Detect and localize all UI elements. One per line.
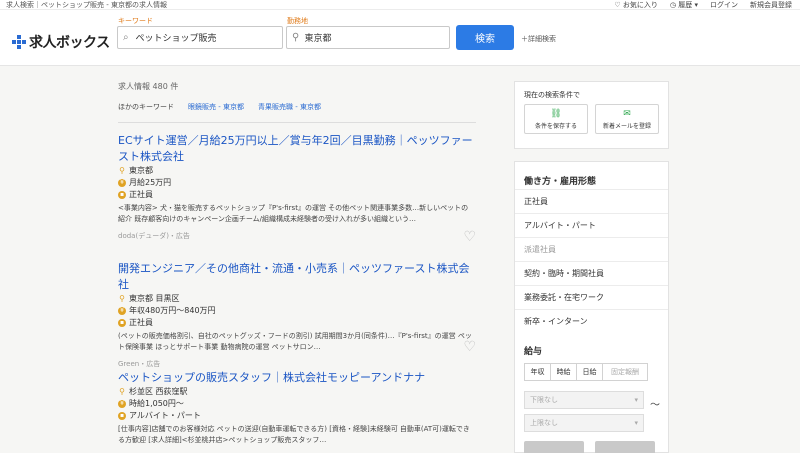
job-title[interactable]: ペットショップの販売スタッフ｜株式会社モッピーアンドナナ xyxy=(118,370,478,386)
register-link[interactable]: 新規会員登録 xyxy=(750,0,792,10)
location-pin-icon: ⚲ xyxy=(119,294,125,303)
location-pin-icon: ⚲ xyxy=(119,387,125,396)
other-keywords: ほかのキーワード 眼鏡販売 - 東京都 青果販売職 - 東京都 xyxy=(118,102,321,112)
job-salary: ¥ 月給25万円 xyxy=(118,177,478,189)
job-source: doda(デューダ)・広告 xyxy=(118,232,190,240)
job-card: ペットショップの販売スタッフ｜株式会社モッピーアンドナナ ⚲ 杉並区 西荻窪駅 ¥… xyxy=(118,370,478,446)
favorite-heart-icon[interactable]: ♡ xyxy=(463,339,476,355)
job-location-text: 杉並区 西荻窪駅 xyxy=(129,387,188,396)
new-mail-label: 新着メールを登録 xyxy=(602,123,651,130)
salary-tab[interactable]: 年収 xyxy=(524,363,551,381)
job-salary: ¥ 時給1,050円〜 xyxy=(118,398,478,410)
salary-tab[interactable]: 日給 xyxy=(576,363,603,381)
job-employment-text: 正社員 xyxy=(129,190,153,199)
yen-icon: ¥ xyxy=(118,307,126,315)
job-employment-text: 正社員 xyxy=(129,318,153,327)
keyword-link[interactable]: 青果販売職 - 東京都 xyxy=(258,102,321,112)
favorites-link[interactable]: ♡ お気に入り xyxy=(614,0,658,10)
location-input[interactable] xyxy=(304,32,449,43)
link-icon: ⛓ xyxy=(550,109,562,119)
salary-upper-select[interactable]: 上限なし ▾ xyxy=(524,414,644,432)
job-location: ⚲ 東京都 xyxy=(118,165,478,177)
location-field[interactable]: ⚲ xyxy=(286,26,450,49)
work-item[interactable]: アルバイト・パート xyxy=(515,213,668,238)
result-count: 求人情報 480 件 xyxy=(118,82,179,91)
work-item[interactable]: 契約・臨時・期間社員 xyxy=(515,261,668,286)
location-pin-icon: ⚲ xyxy=(119,166,125,175)
search-icon: ⌕ xyxy=(123,32,129,43)
job-title[interactable]: ECサイト運営／月給25万円以上／賞与年2回／目黒勤務｜ペッツファースト株式会社 xyxy=(118,133,478,165)
briefcase-icon: ▪ xyxy=(118,412,126,420)
job-card: ECサイト運営／月給25万円以上／賞与年2回／目黒勤務｜ペッツファースト株式会社… xyxy=(118,133,478,245)
keyword-link[interactable]: 眼鏡販売 - 東京都 xyxy=(188,102,244,112)
job-location: ⚲ 東京都 目黒区 xyxy=(118,293,478,305)
briefcase-icon: ▪ xyxy=(118,319,126,327)
job-location-text: 東京都 目黒区 xyxy=(129,294,180,303)
breadcrumb: 求人検索｜ペットショップ販売 - 東京都の求人情報 xyxy=(6,1,167,9)
work-item[interactable]: 業務委託・在宅ワーク xyxy=(515,285,668,310)
conditions-title: 現在の検索条件で xyxy=(524,91,580,99)
work-item[interactable]: 新卒・インターン xyxy=(515,309,668,334)
keyword-label: キーワード xyxy=(118,17,153,25)
yen-icon: ¥ xyxy=(118,400,126,408)
job-card: 開発エンジニア／その他商社・流通・小売系｜ペッツファースト株式会社 ⚲ 東京都 目… xyxy=(118,261,478,369)
job-employment: ▪ 正社員 xyxy=(118,189,478,201)
search-conditions-box: 現在の検索条件で ⛓ 条件を保存する ✉ 新着メールを登録 xyxy=(514,81,669,149)
mail-icon: ✉ xyxy=(623,109,631,119)
logo-mark-icon xyxy=(12,35,26,49)
work-style-title: 働き方・雇用形態 xyxy=(524,177,597,187)
job-location: ⚲ 杉並区 西荻窪駅 xyxy=(118,386,478,398)
logo[interactable]: 求人ボックス xyxy=(12,32,110,52)
top-bar: 求人検索｜ペットショップ販売 - 東京都の求人情報 ♡ お気に入り ◷ 履歴 ▾… xyxy=(0,0,800,10)
divider xyxy=(118,122,476,123)
job-source: Green・広告 xyxy=(118,360,161,368)
salary-lower-value: 下限なし xyxy=(530,396,558,404)
location-label: 勤務地 xyxy=(287,17,308,25)
job-employment: ▪ 正社員 xyxy=(118,317,478,329)
job-salary-text: 月給25万円 xyxy=(129,178,172,187)
work-item[interactable]: 正社員 xyxy=(515,189,668,214)
salary-tabs: 年収 時給 日給 固定報酬 xyxy=(524,363,648,381)
keyword-input[interactable] xyxy=(135,32,282,43)
save-conditions-button[interactable]: ⛓ 条件を保存する xyxy=(524,104,588,134)
clock-icon: ◷ xyxy=(669,1,679,9)
job-description: <事業内容> 犬・猫を販売するペットショップ『P's-first』の運営 その他… xyxy=(118,204,469,223)
salary-title: 給与 xyxy=(524,347,543,357)
history-label: 履歴 xyxy=(678,1,693,9)
location-pin-icon: ⚲ xyxy=(292,32,300,43)
yen-icon: ¥ xyxy=(118,179,126,187)
work-item[interactable]: 派遣社員 xyxy=(515,237,668,262)
other-keywords-label: ほかのキーワード xyxy=(118,103,174,111)
job-description: (ペットの販売価格割引、自社のペットグッズ・フードの割引) 試用期間3か月(同条… xyxy=(118,332,472,351)
chevron-down-icon: ▾ xyxy=(634,396,638,404)
salary-lower-select[interactable]: 下限なし ▾ xyxy=(524,391,644,409)
job-description: [仕事内容]店舗でのお客様対応 ペットの送迎(自動車運転できる方) [資格・経験… xyxy=(118,425,470,444)
disabled-button[interactable] xyxy=(595,441,655,453)
logo-text: 求人ボックス xyxy=(29,35,110,51)
favorite-heart-icon[interactable]: ♡ xyxy=(463,229,476,245)
work-style-filter: 働き方・雇用形態 正社員 アルバイト・パート 派遣社員 契約・臨時・期間社員 業… xyxy=(514,161,669,453)
top-links: ♡ お気に入り ◷ 履歴 ▾ ログイン 新規会員登録 xyxy=(614,0,792,10)
briefcase-icon: ▪ xyxy=(118,191,126,199)
history-link[interactable]: ◷ 履歴 ▾ xyxy=(670,0,698,10)
job-salary-text: 年収480万円〜840万円 xyxy=(129,306,216,315)
job-employment-text: アルバイト・パート xyxy=(129,411,201,420)
search-button[interactable]: 検索 xyxy=(456,25,514,50)
chevron-down-icon: ▾ xyxy=(634,419,638,427)
disabled-button[interactable] xyxy=(524,441,584,453)
job-salary: ¥ 年収480万円〜840万円 xyxy=(118,305,478,317)
salary-tab[interactable]: 時給 xyxy=(550,363,577,381)
new-mail-button[interactable]: ✉ 新着メールを登録 xyxy=(595,104,659,134)
job-location-text: 東京都 xyxy=(129,166,153,175)
job-title[interactable]: 開発エンジニア／その他商社・流通・小売系｜ペッツファースト株式会社 xyxy=(118,261,478,293)
keyword-field[interactable]: ⌕ xyxy=(117,26,283,49)
job-employment: ▪ アルバイト・パート xyxy=(118,410,478,422)
salary-tab[interactable]: 固定報酬 xyxy=(602,363,648,381)
login-link[interactable]: ログイン xyxy=(710,0,738,10)
save-conditions-label: 条件を保存する xyxy=(534,123,577,130)
detail-search-link[interactable]: ＋詳細検索 xyxy=(521,34,556,44)
salary-upper-value: 上限なし xyxy=(530,419,558,427)
job-salary-text: 時給1,050円〜 xyxy=(129,399,184,408)
range-tilde: 〜 xyxy=(650,400,660,411)
